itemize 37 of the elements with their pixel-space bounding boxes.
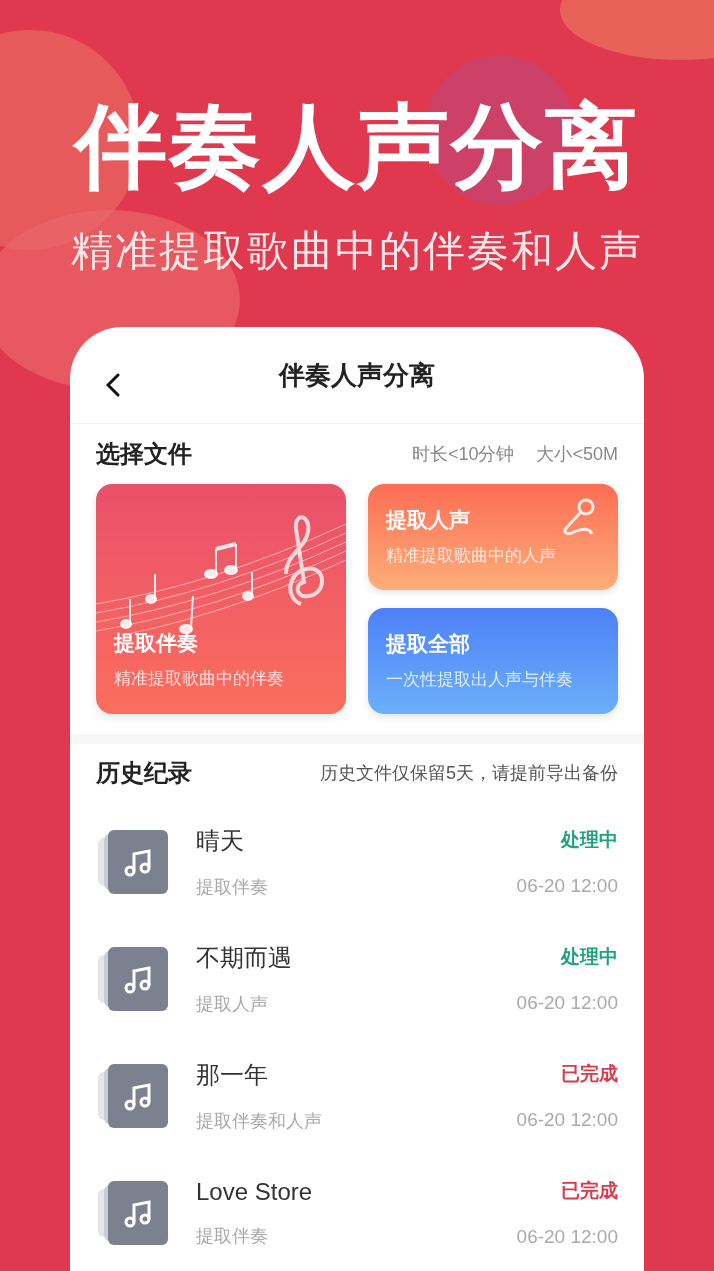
music-note-icon[interactable] (98, 1063, 168, 1128)
option-description: 一次性提取出人声与伴奏 (386, 669, 574, 692)
option-title: 提取人声 (386, 507, 470, 534)
song-title: 那一年 (196, 1059, 269, 1090)
screen-title: 伴奏人声分离 (279, 358, 435, 392)
limit-text: 大小<50M (536, 442, 618, 466)
option-title: 提取全部 (386, 631, 470, 658)
timestamp: 06-20 12:00 (516, 991, 618, 1014)
section-title: 历史纪录 (96, 758, 192, 789)
status-label: 处理中 (561, 944, 618, 969)
option-card[interactable]: 提取人声 精准提取歌曲中的人声 (368, 483, 618, 590)
music-note-icon[interactable] (98, 1180, 168, 1245)
song-title: Love Store (196, 1177, 314, 1206)
history-note: 历史文件仅保留5天，请提前导出备份 (320, 762, 618, 786)
timestamp: 06-20 12:00 (516, 1225, 618, 1248)
option-card[interactable]: 提取全部 一次性提取出人声与伴奏 (368, 607, 618, 714)
extract-type: 提取伴奏 (196, 1224, 269, 1248)
status-label: 已完成 (561, 1061, 618, 1086)
back-icon[interactable] (106, 373, 120, 398)
song-title: 不期而遇 (196, 942, 293, 973)
extract-type: 提取伴奏和人声 (196, 1109, 323, 1133)
status-label: 已完成 (561, 1178, 618, 1203)
timestamp: 06-20 12:00 (516, 1108, 618, 1131)
song-title: 晴天 (196, 825, 245, 856)
option-description: 精准提取歌曲中的人声 (386, 545, 557, 568)
status-label: 处理中 (561, 827, 618, 852)
extract-type: 提取伴奏 (196, 875, 269, 899)
music-note-icon[interactable] (98, 829, 168, 894)
limit-text: 时长<10分钟 (411, 442, 515, 466)
option-card[interactable]: 提取伴奏 精准提取歌曲中的伴奏 (96, 483, 346, 714)
music-note-icon[interactable] (98, 946, 168, 1011)
hero-subtitle: 精准提取歌曲中的伴奏和人声 (71, 226, 643, 277)
section-title: 选择文件 (96, 438, 192, 469)
timestamp: 06-20 12:00 (516, 874, 618, 897)
option-description: 精准提取歌曲中的伴奏 (114, 667, 285, 690)
option-title: 提取伴奏 (114, 629, 198, 656)
extract-type: 提取人声 (196, 992, 269, 1016)
